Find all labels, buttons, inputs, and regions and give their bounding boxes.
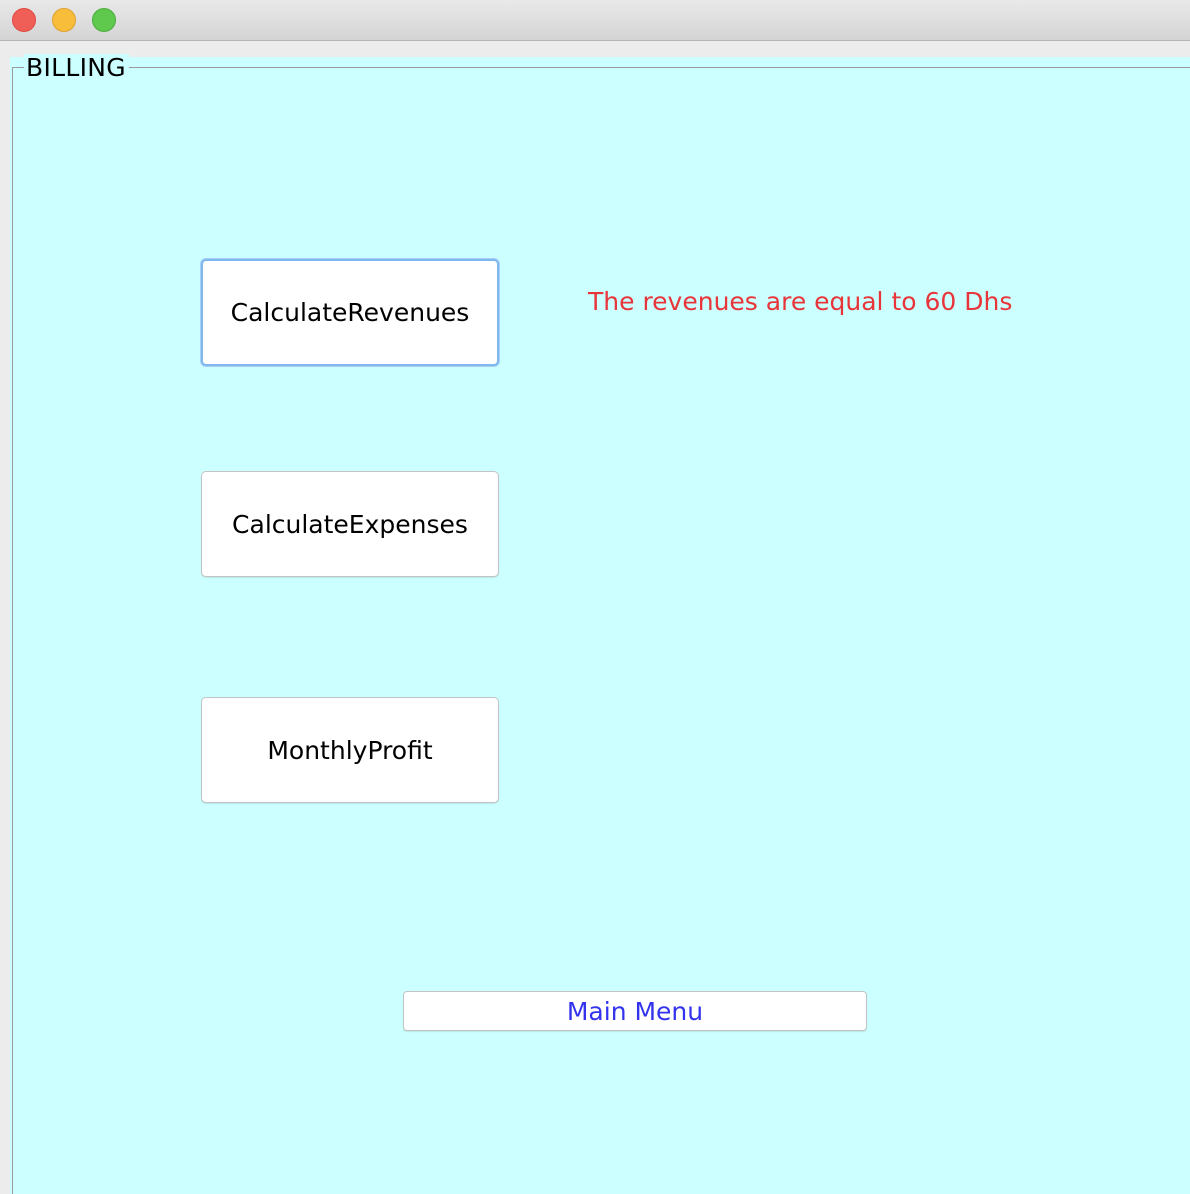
main-menu-button[interactable]: Main Menu (403, 991, 867, 1031)
close-icon[interactable] (12, 8, 36, 32)
maximize-icon[interactable] (92, 8, 116, 32)
revenues-result-label: The revenues are equal to 60 Dhs (588, 287, 1013, 316)
monthly-profit-label: MonthlyProfit (267, 735, 433, 765)
content-area: BILLING CalculateRevenues The revenues a… (0, 41, 1190, 1194)
calculate-revenues-button[interactable]: CalculateRevenues (201, 259, 499, 366)
main-menu-label: Main Menu (566, 996, 704, 1026)
panel-title: BILLING (24, 54, 129, 82)
title-bar[interactable] (0, 0, 1190, 41)
calculate-revenues-label: CalculateRevenues (230, 298, 470, 327)
minimize-icon[interactable] (52, 8, 76, 32)
calculate-expenses-button[interactable]: CalculateExpenses (201, 471, 499, 577)
calculate-expenses-label: CalculateExpenses (232, 509, 468, 539)
monthly-profit-button[interactable]: MonthlyProfit (201, 697, 499, 803)
app-window: BILLING CalculateRevenues The revenues a… (0, 0, 1190, 1194)
